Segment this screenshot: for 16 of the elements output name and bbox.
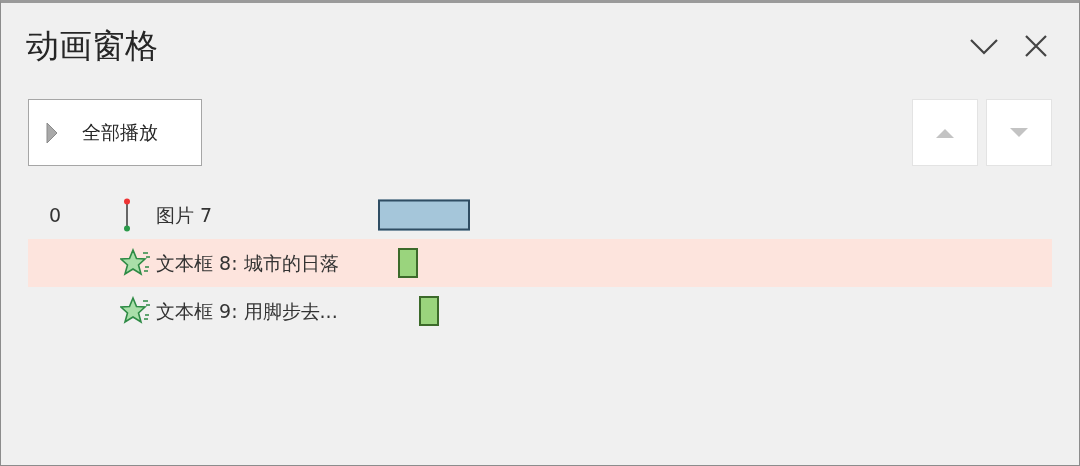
animation-label: 图片 7 bbox=[156, 202, 213, 228]
motion-path-icon bbox=[123, 198, 131, 232]
triangle-down-icon bbox=[1009, 126, 1029, 139]
sequence-number: 0 bbox=[49, 203, 62, 226]
play-all-button[interactable]: 全部播放 bbox=[28, 99, 202, 166]
animation-label: 文本框 9: 用脚步去... bbox=[156, 298, 338, 324]
close-icon bbox=[1023, 33, 1049, 59]
animation-label: 文本框 8: 城市的日落 bbox=[156, 250, 339, 276]
star-icon bbox=[120, 296, 152, 326]
play-icon bbox=[46, 121, 58, 144]
triangle-up-icon bbox=[935, 126, 955, 139]
star-icon bbox=[120, 248, 152, 278]
animation-item[interactable]: 文本框 9: 用脚步去... bbox=[28, 287, 1052, 335]
pane-title: 动画窗格 bbox=[26, 29, 158, 62]
animation-item[interactable]: 0 图片 7 bbox=[28, 191, 1052, 239]
animation-item[interactable]: 文本框 8: 城市的日落 bbox=[28, 239, 1052, 287]
